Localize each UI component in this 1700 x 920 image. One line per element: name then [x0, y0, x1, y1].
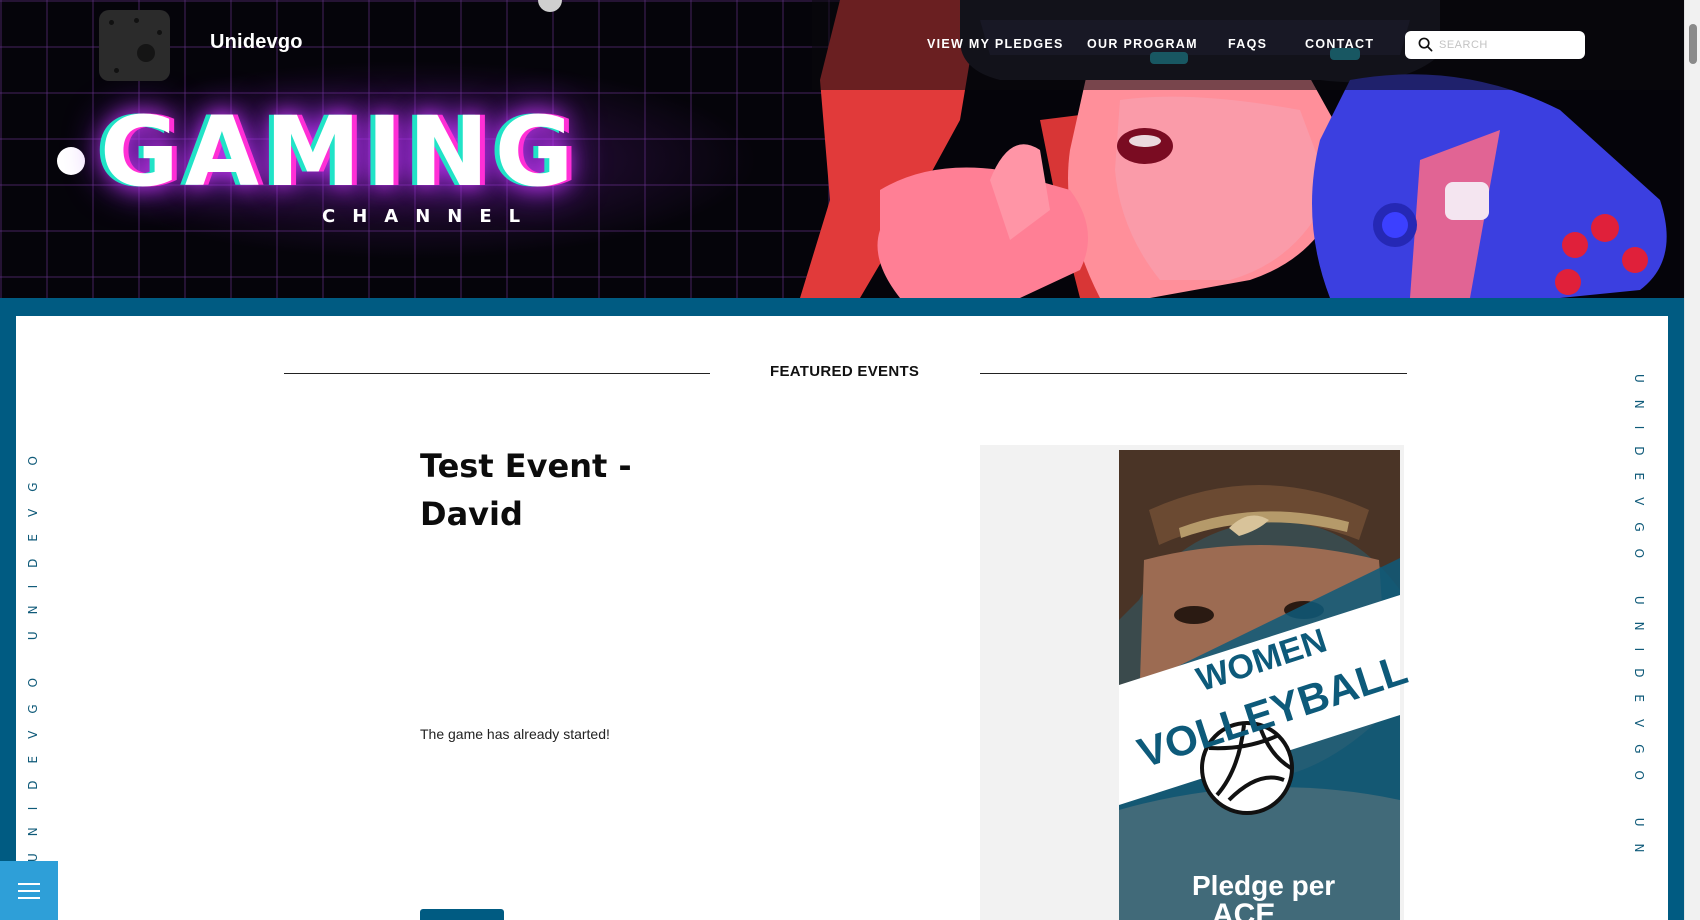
- hero-title: GAMING: [100, 96, 580, 208]
- search-icon[interactable]: [1418, 37, 1433, 52]
- nav-view-my-pledges[interactable]: VIEW MY PLEDGES: [927, 37, 1064, 51]
- section-divider-left: [284, 373, 710, 374]
- poster-line-4: ACE: [1212, 898, 1276, 920]
- logo-dot: [109, 20, 114, 25]
- section-title: FEATURED EVENTS: [770, 363, 920, 380]
- main-content: [16, 316, 1668, 920]
- nav-faqs[interactable]: FAQS: [1228, 37, 1267, 51]
- menu-toggle-button[interactable]: [0, 861, 58, 920]
- side-brand-text-right: UNIDEVGO UNIDEVGO UN: [1632, 374, 1646, 870]
- logo-dot: [134, 18, 139, 23]
- hero-subtitle: CHANNEL: [322, 206, 538, 227]
- search-input[interactable]: [1439, 34, 1577, 56]
- event-title[interactable]: Test Event - David: [420, 442, 680, 538]
- page-scrollbar[interactable]: [1684, 0, 1700, 920]
- search-box: [1405, 31, 1585, 59]
- scrollbar-thumb[interactable]: [1689, 24, 1697, 64]
- event-status-text: The game has already started!: [420, 726, 610, 742]
- content-frame: [0, 298, 1684, 920]
- section-divider-right: [980, 373, 1407, 374]
- nav-our-program[interactable]: OUR PROGRAM: [1087, 37, 1198, 51]
- site-logo[interactable]: [99, 10, 170, 81]
- logo-ring: [137, 44, 155, 62]
- event-action-button[interactable]: [420, 909, 504, 920]
- nav-contact[interactable]: CONTACT: [1305, 37, 1374, 51]
- logo-dot: [114, 68, 119, 73]
- logo-dot: [157, 30, 162, 35]
- brand-name[interactable]: Unidevgo: [210, 31, 303, 54]
- top-navigation: Unidevgo VIEW MY PLEDGES OUR PROGRAM FAQ…: [0, 0, 1684, 90]
- side-brand-text-left: UNIDEVGO UNIDEVGO: [26, 439, 40, 862]
- hero-decor-dot: [57, 147, 85, 175]
